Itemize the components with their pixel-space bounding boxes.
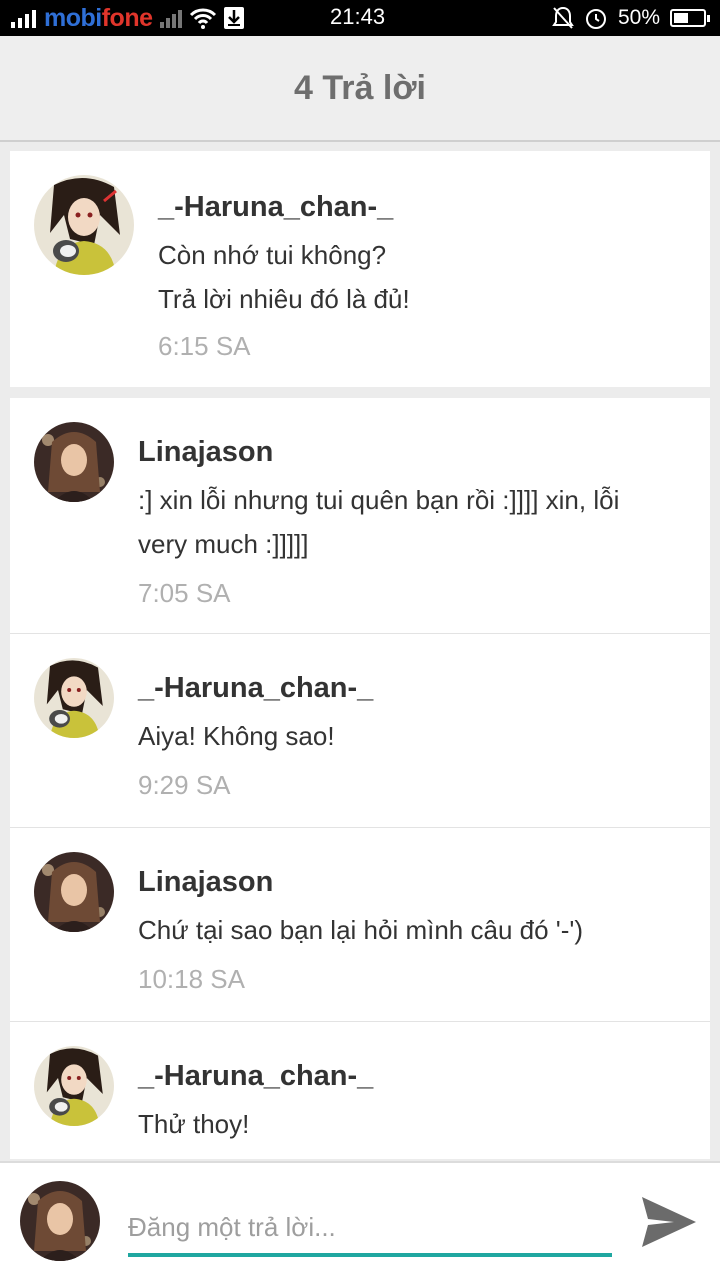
comment-text-line: Còn nhớ tui không? [158, 240, 387, 270]
comment-author[interactable]: _-Haruna_chan-_ [138, 672, 373, 705]
comment-time: 7:05 SA [138, 578, 231, 608]
list-item: _-Haruna_chan-_ Aiya! Không sao! 9:29 SA [10, 634, 710, 828]
avatar-haruna-icon [34, 175, 134, 275]
reply-bar [0, 1161, 720, 1282]
comment-author[interactable]: _-Haruna_chan-_ [158, 191, 393, 224]
signal-icon-2 [159, 10, 182, 28]
battery-icon [670, 9, 710, 27]
reply-input[interactable] [128, 1201, 612, 1257]
list-item: _-Haruna_chan-_ Thử thoy! [10, 1022, 710, 1159]
comment-text-line: :] xin lỗi nhưng tui quên bạn rồi :]]]] … [138, 485, 620, 515]
comment-text-line: Thử thoy! [138, 1109, 250, 1139]
avatar-linajason-icon [34, 852, 114, 932]
wifi-icon [189, 8, 216, 29]
download-notification-icon [223, 7, 244, 29]
avatar-linajason-icon [34, 422, 114, 502]
avatar-haruna-icon [34, 658, 114, 738]
avatar[interactable] [34, 175, 134, 275]
avatar-haruna-icon [34, 1046, 114, 1126]
comment-text-line: Aiya! Không sao! [138, 721, 335, 751]
battery-percent: 50% [617, 6, 660, 29]
original-post: _-Haruna_chan-_ Còn nhớ tui không? Trả l… [10, 151, 710, 387]
comment-thread[interactable]: _-Haruna_chan-_ Còn nhớ tui không? Trả l… [10, 151, 710, 1159]
comment-author[interactable]: Linajason [138, 866, 273, 899]
comment-author[interactable]: _-Haruna_chan-_ [138, 1060, 373, 1093]
comment-time: 9:29 SA [138, 770, 231, 800]
avatar[interactable] [34, 422, 114, 502]
comment-text-line: Trả lời nhiêu đó là đủ! [158, 284, 410, 314]
list-item: Linajason Chứ tại sao bạn lại hỏi mình c… [10, 828, 710, 1022]
comment-author[interactable]: Linajason [138, 436, 273, 469]
app-header: 4 Trả lời [0, 36, 720, 142]
avatar-linajason-icon [20, 1181, 100, 1261]
status-time: 21:43 [330, 4, 386, 29]
comment-text-line: Chứ tại sao bạn lại hỏi mình câu đó '-') [138, 915, 584, 945]
carrier-name: mobifone [44, 3, 153, 32]
page-title: 4 Trả lời [294, 68, 426, 107]
status-bar: mobifone 21:43 50% [0, 0, 720, 36]
avatar[interactable] [34, 658, 114, 738]
avatar[interactable] [34, 1046, 114, 1126]
avatar[interactable] [34, 852, 114, 932]
comment-time: 10:18 SA [138, 964, 245, 994]
send-icon[interactable] [640, 1193, 698, 1251]
replies-list: Linajason :] xin lỗi nhưng tui quên bạn … [10, 398, 710, 1159]
comment-time: 6:15 SA [158, 331, 251, 361]
alarm-icon [585, 9, 606, 29]
list-item: Linajason :] xin lỗi nhưng tui quên bạn … [10, 398, 710, 634]
bell-off-icon [552, 6, 574, 29]
avatar [20, 1181, 100, 1261]
signal-icon [11, 10, 36, 28]
comment-text-line: very much :]]]]] [138, 529, 309, 559]
